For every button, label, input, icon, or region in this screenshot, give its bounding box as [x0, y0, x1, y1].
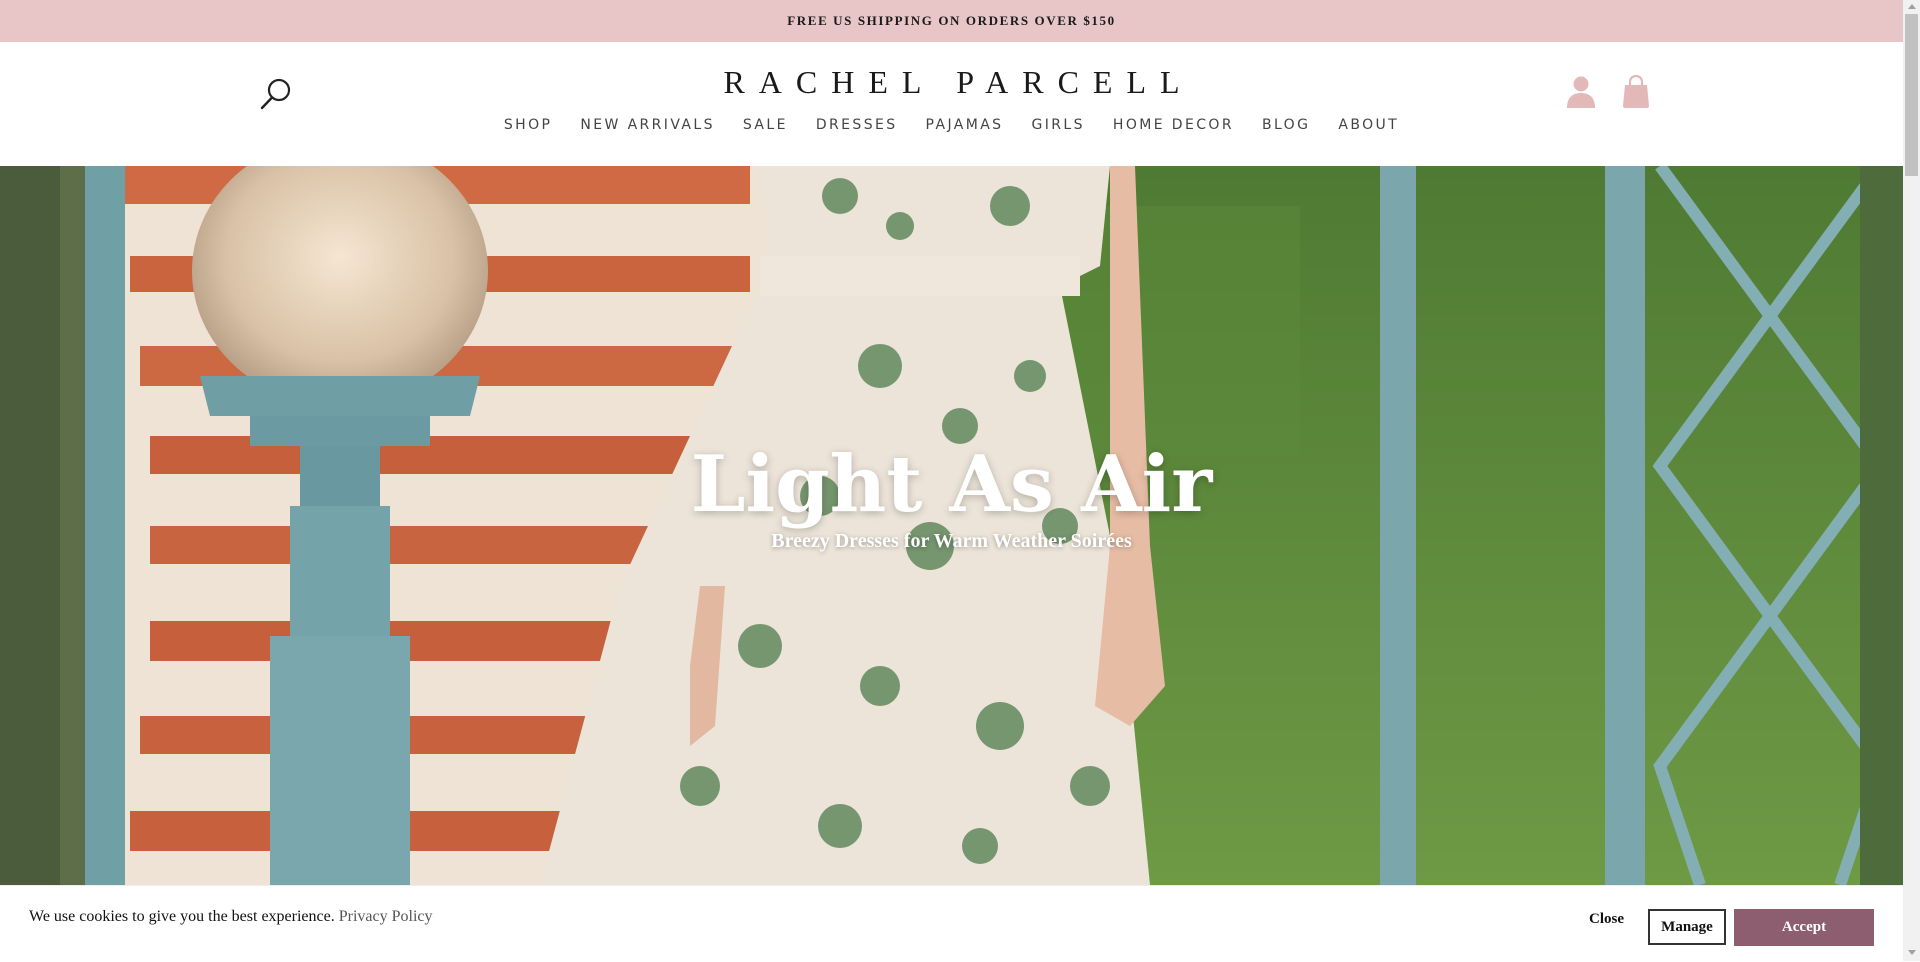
nav-item-about[interactable]: ABOUT [1324, 117, 1413, 133]
cookie-message: We use cookies to give you the best expe… [29, 908, 432, 926]
hero-subtitle: Breezy Dresses for Warm Weather Soirées [771, 530, 1132, 552]
hero-text: Light As Air Breezy Dresses for Warm Wea… [0, 442, 1903, 553]
nav-item-shop[interactable]: SHOP [490, 117, 566, 133]
cookie-manage-button[interactable]: Manage [1648, 909, 1726, 945]
announcement-bar: FREE US SHIPPING ON ORDERS OVER $150 [0, 0, 1903, 42]
nav-item-sale[interactable]: SALE [729, 117, 802, 133]
announcement-text: FREE US SHIPPING ON ORDERS OVER $150 [787, 13, 1116, 28]
nav-item-pajamas[interactable]: PAJAMAS [912, 117, 1018, 133]
cookie-close-button[interactable]: Close [1583, 910, 1630, 929]
account-button[interactable] [1565, 75, 1597, 109]
scrollbar-thumb[interactable] [1905, 14, 1918, 176]
cookie-accept-button[interactable]: Accept [1734, 909, 1874, 946]
site-header: RACHEL PARCELL SHOP NEW ARRIVALS SALE DR… [0, 42, 1903, 166]
user-icon [1567, 76, 1595, 108]
nav-item-blog[interactable]: BLOG [1248, 117, 1324, 133]
site-logo[interactable]: RACHEL PARCELL [0, 64, 1903, 101]
nav-item-home-decor[interactable]: HOME DECOR [1099, 117, 1248, 133]
hero-banner[interactable]: Light As Air Breezy Dresses for Warm Wea… [0, 166, 1903, 885]
cookie-text: We use cookies to give you the best expe… [29, 908, 335, 925]
nav-item-dresses[interactable]: DRESSES [802, 117, 912, 133]
nav-item-new-arrivals[interactable]: NEW ARRIVALS [566, 117, 729, 133]
scroll-up-arrow-icon[interactable] [1908, 4, 1916, 9]
privacy-policy-link[interactable]: Privacy Policy [339, 908, 433, 925]
main-nav: SHOP NEW ARRIVALS SALE DRESSES PAJAMAS G… [0, 117, 1903, 133]
hero-title: Light As Air [690, 439, 1213, 530]
page-scrollbar[interactable] [1903, 0, 1920, 961]
scroll-down-arrow-icon[interactable] [1908, 950, 1916, 955]
cart-button[interactable] [1622, 74, 1650, 109]
nav-item-girls[interactable]: GIRLS [1017, 117, 1098, 133]
shopping-bag-icon [1623, 74, 1649, 108]
cookie-banner: We use cookies to give you the best expe… [0, 885, 1903, 962]
